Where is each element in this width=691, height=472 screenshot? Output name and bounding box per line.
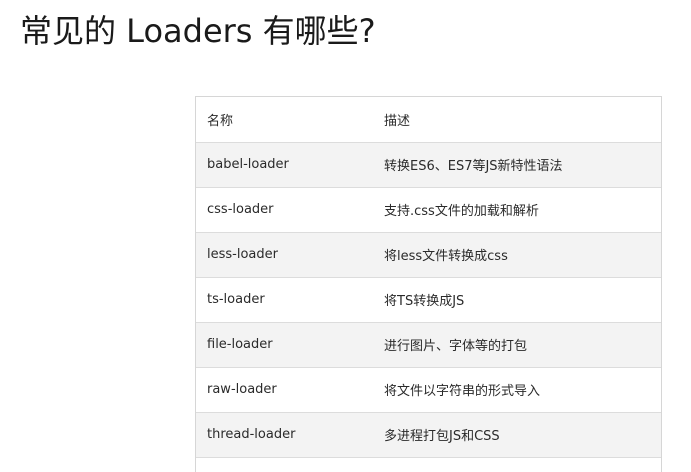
loader-name: less-loader xyxy=(196,232,373,278)
loader-description: 转换ES6、ES7等JS新特性语法 xyxy=(373,142,661,188)
loader-name: file-loader xyxy=(196,322,373,368)
table-row: thread-loader 多进程打包JS和CSS xyxy=(196,412,661,458)
table-row: less-loader 将less文件转换成css xyxy=(196,232,661,278)
table-row: babel-loader 转换ES6、ES7等JS新特性语法 xyxy=(196,142,661,188)
table-row: file-loader 进行图片、字体等的打包 xyxy=(196,322,661,368)
page-title: 常见的 Loaders 有哪些? xyxy=(20,12,376,50)
column-header-description: 描述 xyxy=(373,97,661,143)
table-row: css-loader 支持.css文件的加载和解析 xyxy=(196,187,661,233)
loaders-table: 名称 描述 babel-loader 转换ES6、ES7等JS新特性语法 css… xyxy=(196,97,661,458)
table-row: ts-loader 将TS转换成JS xyxy=(196,277,661,323)
loader-description: 支持.css文件的加载和解析 xyxy=(373,187,661,233)
table-header-row: 名称 描述 xyxy=(196,97,661,143)
table-row: raw-loader 将文件以字符串的形式导入 xyxy=(196,367,661,413)
loader-name: thread-loader xyxy=(196,412,373,458)
loader-name: ts-loader xyxy=(196,277,373,323)
loaders-table-container: 名称 描述 babel-loader 转换ES6、ES7等JS新特性语法 css… xyxy=(195,96,662,472)
loader-description: 将文件以字符串的形式导入 xyxy=(373,367,661,413)
loader-name: css-loader xyxy=(196,187,373,233)
loader-description: 多进程打包JS和CSS xyxy=(373,412,661,458)
loader-description: 将TS转换成JS xyxy=(373,277,661,323)
loader-name: babel-loader xyxy=(196,142,373,188)
loader-description: 将less文件转换成css xyxy=(373,232,661,278)
loader-description: 进行图片、字体等的打包 xyxy=(373,322,661,368)
loader-name: raw-loader xyxy=(196,367,373,413)
column-header-name: 名称 xyxy=(196,97,373,143)
slide-page: 常见的 Loaders 有哪些? 名称 描述 babel-loader 转换ES… xyxy=(0,0,691,472)
